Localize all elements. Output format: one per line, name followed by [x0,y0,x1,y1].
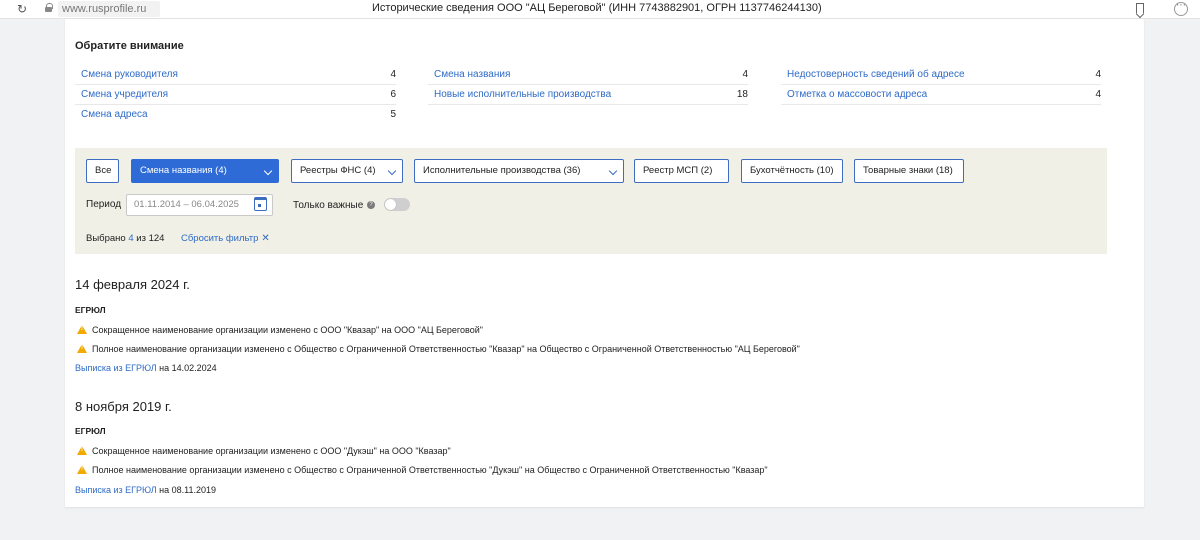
notice-item-address-change: Смена адреса 5 [75,106,396,125]
egrul-extract-link[interactable]: Выписка из ЕГРЮЛ [75,485,157,495]
notice-item-count: 4 [1095,69,1101,80]
important-only-toggle[interactable] [384,198,410,211]
filter-chip-label: Бухотчётность (10) [750,165,834,176]
event-change-text: Сокращенное наименование организации изм… [92,325,483,335]
filter-panel: Все Смена названия (4) Реестры ФНС (4) И… [75,148,1107,254]
notice-item-label[interactable]: Смена учредителя [81,89,168,100]
event-date: 8 ноября 2019 г. [75,399,172,414]
period-input[interactable]: 01.11.2014 – 06.04.2025 [126,194,273,216]
notice-item-label[interactable]: Смена руководителя [81,69,178,80]
notice-item-count: 6 [390,89,396,100]
filter-chip-trademarks[interactable]: Товарные знаки (18) [854,159,964,183]
more-options-icon[interactable] [1174,0,1188,16]
info-icon[interactable]: ? [367,201,375,209]
notice-item-mass-address: Отметка о массовости адреса 4 [781,86,1101,105]
notice-item-name-change: Смена названия 4 [428,66,748,85]
page-title: Исторические сведения ООО "АЦ Береговой"… [372,2,822,14]
bookmark-icon[interactable] [1136,3,1144,14]
chevron-down-icon [263,166,273,176]
event-source: ЕГРЮЛ [75,426,106,436]
notice-item-label[interactable]: Недостоверность сведений об адресе [787,69,965,80]
filter-dropdown-enforcement[interactable]: Исполнительные производства (36) [414,159,624,183]
egrul-extract-link[interactable]: Выписка из ЕГРЮЛ [75,363,157,373]
event-change-line: Сокращенное наименование организации изм… [77,324,483,335]
notice-item-director-change: Смена руководителя 4 [75,66,396,85]
event-date: 14 февраля 2024 г. [75,277,190,292]
important-only-label: Только важные [293,200,364,211]
reset-filter-link[interactable]: Сбросить фильтр ✕ [181,233,270,244]
event-extract-row: Выписка из ЕГРЮЛ на 08.11.2019 [75,485,216,495]
event-change-text: Сокращенное наименование организации изм… [92,446,451,456]
warning-icon [77,344,87,353]
reset-filter-label: Сбросить фильтр [181,233,259,244]
filter-chip-label: Реестры ФНС (4) [300,165,376,176]
notice-item-enforcement: Новые исполнительные производства 18 [428,86,748,105]
event-change-line: Полное наименование организации изменено… [77,464,768,475]
filter-chip-label: Смена названия (4) [140,165,227,176]
address-bar[interactable]: www.rusprofile.ru [58,1,160,17]
notice-item-label[interactable]: Отметка о массовости адреса [787,89,927,100]
event-change-line: Полное наименование организации изменено… [77,343,800,354]
selected-prefix: Выбрано [86,233,126,244]
main-panel: Обратите внимание Смена руководителя 4 С… [65,19,1144,507]
notice-title: Обратите внимание [75,40,184,52]
event-extract-date: на 14.02.2024 [159,363,217,373]
close-icon: ✕ [261,233,270,244]
notice-item-count: 4 [742,69,748,80]
selected-count: Выбрано 4 из 124 [86,233,164,244]
filter-chip-accounting[interactable]: Бухотчётность (10) [741,159,843,183]
warning-icon [77,465,87,474]
notice-item-founder-change: Смена учредителя 6 [75,86,396,105]
calendar-icon[interactable] [254,197,267,211]
warning-icon [77,325,87,334]
notice-item-label[interactable]: Смена адреса [81,109,148,120]
reload-icon[interactable]: ↻ [17,2,27,16]
lock-icon [45,3,53,12]
event-change-text: Полное наименование организации изменено… [92,344,800,354]
selected-suffix: из 124 [136,233,165,244]
notice-item-label[interactable]: Новые исполнительные производства [434,89,611,100]
filter-chip-label: Исполнительные производства (36) [423,165,581,176]
notice-item-count: 5 [390,109,396,120]
event-extract-date: на 08.11.2019 [159,485,217,495]
notice-item-count: 4 [1095,89,1101,100]
chevron-down-icon [608,166,618,176]
filter-dropdown-name-change[interactable]: Смена названия (4) [131,159,279,183]
filter-chip-all[interactable]: Все [86,159,119,183]
filter-chip-label: Товарные знаки (18) [863,165,953,176]
filter-chip-label: Все [95,165,112,176]
warning-icon [77,446,87,455]
browser-toolbar: ↻ www.rusprofile.ru Исторические сведени… [0,0,1200,19]
notice-item-count: 18 [736,89,748,100]
filter-chip-label: Реестр МСП (2) [643,165,713,176]
filter-dropdown-fns-registries[interactable]: Реестры ФНС (4) [291,159,403,183]
notice-item-count: 4 [390,69,396,80]
event-source: ЕГРЮЛ [75,305,106,315]
period-label: Период [86,199,122,210]
filter-chip-msp-registry[interactable]: Реестр МСП (2) [634,159,729,183]
notice-item-label[interactable]: Смена названия [434,69,510,80]
chevron-down-icon [387,166,397,176]
selected-number: 4 [128,233,134,244]
notice-item-unreliable-address: Недостоверность сведений об адресе 4 [781,66,1101,85]
event-extract-row: Выписка из ЕГРЮЛ на 14.02.2024 [75,363,217,373]
event-change-text: Полное наименование организации изменено… [92,465,768,475]
event-change-line: Сокращенное наименование организации изм… [77,445,451,456]
